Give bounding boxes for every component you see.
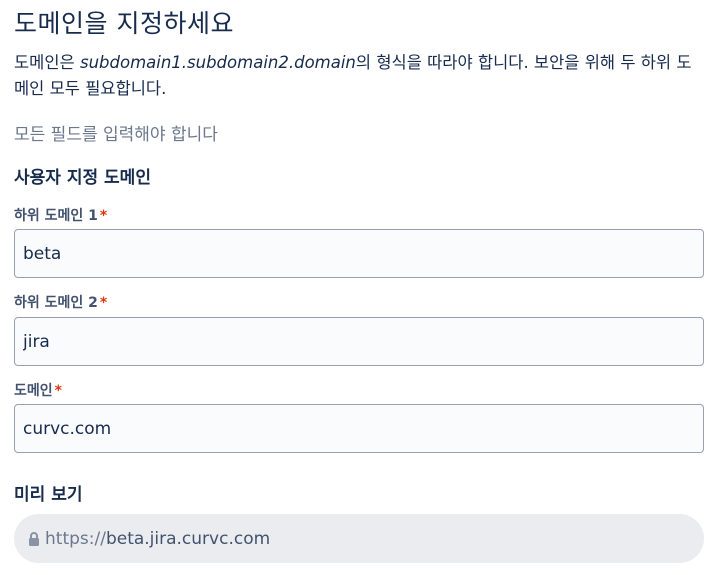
subdomain2-input[interactable]: [14, 317, 704, 366]
preview-url: https://beta.jira.curvc.com: [45, 529, 270, 549]
domain-input[interactable]: [14, 404, 704, 453]
subdomain1-label-text: 하위 도메인 1: [14, 208, 98, 224]
description-before: 도메인은: [14, 53, 80, 72]
subdomain2-label-text: 하위 도메인 2: [14, 295, 98, 311]
required-asterisk: *: [54, 383, 62, 399]
custom-domain-heading: 사용자 지정 도메인: [14, 168, 151, 188]
subdomain1-label: 하위 도메인 1 *: [14, 205, 107, 225]
domain-label-text: 도메인: [14, 383, 53, 399]
preview-heading: 미리 보기: [14, 485, 83, 505]
required-asterisk: *: [99, 208, 108, 224]
required-fields-note: 모든 필드를 입력해야 합니다: [14, 125, 218, 145]
domain-label: 도메인 *: [14, 380, 62, 400]
required-asterisk: *: [99, 295, 108, 311]
page-title: 도메인을 지정하세요: [14, 9, 234, 38]
preview-url-scheme: https://: [45, 528, 106, 549]
domain-format-description: 도메인은 subdomain1.subdomain2.domain의 형식을 따…: [14, 50, 704, 102]
subdomain1-input[interactable]: [14, 229, 704, 278]
subdomain2-label: 하위 도메인 2 *: [14, 292, 107, 312]
preview-url-host: beta.jira.curvc.com: [105, 528, 271, 549]
lock-icon: [28, 531, 40, 547]
url-preview: https://beta.jira.curvc.com: [14, 514, 704, 563]
domain-format-example: subdomain1.subdomain2.domain: [79, 53, 356, 72]
